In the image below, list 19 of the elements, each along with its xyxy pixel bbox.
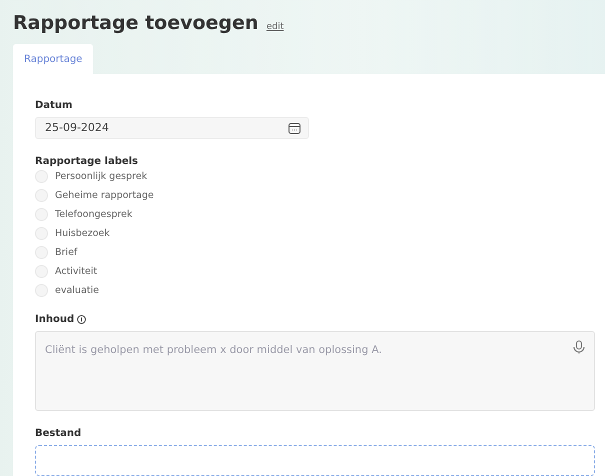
field-label: Inhoud xyxy=(35,314,74,325)
radio-option[interactable]: Telefoongesprek xyxy=(35,204,595,224)
radio-option[interactable]: Persoonlijk gesprek xyxy=(35,166,595,186)
radio-option[interactable]: Activiteit xyxy=(35,262,595,281)
radio-option[interactable]: Brief xyxy=(35,242,595,262)
tab[interactable]: Rapportage xyxy=(13,44,94,74)
radio-option[interactable]: evaluatie xyxy=(35,280,595,300)
date-field[interactable]: 25-09-2024 xyxy=(35,117,309,139)
microphone-icon[interactable] xyxy=(572,340,586,354)
field-label: Rapportage labels xyxy=(35,156,138,167)
edit-link[interactable]: edit xyxy=(266,22,284,32)
field-label: Bestand xyxy=(35,428,82,440)
calendar-icon[interactable] xyxy=(288,122,301,134)
page-title: Rapportage toevoegen xyxy=(13,12,258,34)
radio-option[interactable]: Huisbezoek xyxy=(35,224,595,243)
file-dropzone[interactable] xyxy=(35,445,595,476)
info-icon xyxy=(77,314,86,324)
radio-option[interactable]: Geheime rapportage xyxy=(35,186,595,205)
field-label: Datum xyxy=(35,100,72,111)
